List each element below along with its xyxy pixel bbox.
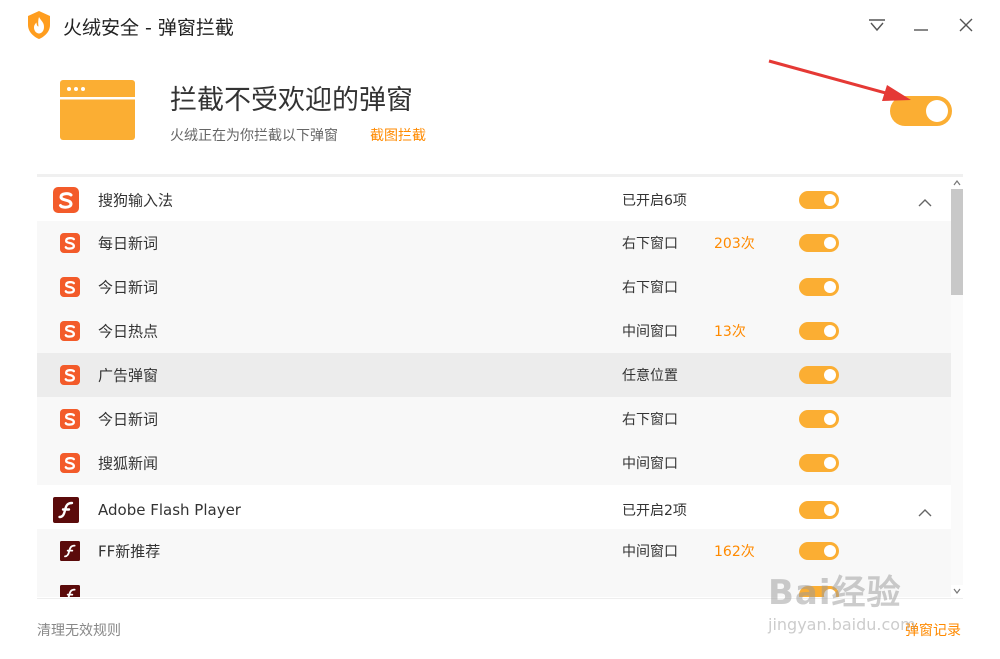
window-title: 火绒安全 - 弹窗拦截: [63, 17, 234, 39]
rule-toggle[interactable]: [799, 234, 839, 252]
app-name: 搜狗输入法: [98, 191, 174, 210]
toggle-knob: [824, 237, 836, 249]
popup-position: 任意位置: [622, 368, 678, 384]
rule-toggle[interactable]: [799, 410, 839, 428]
toggle-knob: [824, 369, 836, 381]
toggle-knob: [926, 100, 948, 122]
flash-icon: [60, 585, 80, 597]
rule-row[interactable]: 今日新词 右下窗口: [37, 265, 951, 309]
browser-window-icon: [60, 80, 135, 140]
toggle-knob: [824, 545, 836, 557]
page-subtitle: 火绒正在为你拦截以下弹窗: [170, 128, 338, 144]
block-count: 203次: [714, 236, 755, 252]
sogou-icon: [60, 277, 80, 297]
rule-name: 今日热点: [98, 322, 159, 341]
block-count: 162次: [714, 544, 755, 560]
rule-toggle[interactable]: [799, 322, 839, 340]
sogou-icon: [60, 453, 80, 473]
rule-toggle[interactable]: [799, 278, 839, 296]
popup-position: 中间窗口: [622, 456, 678, 472]
popup-position: 右下窗口: [622, 412, 678, 428]
huorong-flame-icon: [28, 11, 50, 39]
popup-rule-list: 搜狗输入法 已开启6项 每日新词 右下窗口 203次 今日新词 右下窗口 今日热点 中间窗口 13…: [37, 177, 951, 597]
sogou-icon: [53, 187, 79, 213]
rule-toggle[interactable]: [799, 454, 839, 472]
scroll-up-icon[interactable]: [951, 177, 963, 189]
rule-name: 今日新词: [98, 410, 159, 429]
minimize-icon[interactable]: [906, 10, 936, 40]
rule-name: 搜狐新闻: [98, 454, 159, 473]
close-icon[interactable]: [951, 10, 981, 40]
chevron-up-icon[interactable]: [917, 194, 933, 207]
scrollbar-thumb[interactable]: [951, 189, 963, 295]
rule-toggle[interactable]: [799, 542, 839, 560]
baidu-jingyan-watermark: Bai经验 jingyan.baidu.com: [768, 565, 968, 640]
sogou-icon: [60, 321, 80, 341]
rule-row[interactable]: 今日热点 中间窗口 13次: [37, 309, 951, 353]
clean-invalid-rules-button[interactable]: 清理无效规则: [37, 620, 121, 640]
popup-position: 中间窗口: [622, 324, 678, 340]
screenshot-block-link[interactable]: 截图拦截: [370, 125, 426, 145]
enabled-count: 已开启2项: [622, 503, 687, 519]
toggle-knob: [824, 281, 836, 293]
toggle-knob: [824, 457, 836, 469]
title-bar: 火绒安全 - 弹窗拦截: [0, 0, 1000, 50]
app-name: Adobe Flash Player: [98, 501, 241, 519]
rule-name: FF新推荐: [98, 542, 161, 561]
rule-row[interactable]: 广告弹窗 任意位置: [37, 353, 951, 397]
enabled-count: 已开启6项: [622, 193, 687, 209]
rule-toggle[interactable]: [799, 191, 839, 209]
watermark-main: Bai经验: [768, 573, 902, 613]
popup-position: 右下窗口: [622, 236, 678, 252]
sogou-icon: [60, 365, 80, 385]
watermark-sub: jingyan.baidu.com: [768, 615, 916, 634]
rule-row[interactable]: 搜狐新闻 中间窗口: [37, 441, 951, 485]
popup-position: 中间窗口: [622, 544, 678, 560]
toggle-knob: [824, 413, 836, 425]
rule-name: 今日新词: [98, 278, 159, 297]
toggle-knob: [824, 504, 836, 516]
rule-name: 每日新词: [98, 234, 159, 253]
page-title: 拦截不受欢迎的弹窗: [170, 85, 413, 116]
menu-icon[interactable]: [862, 10, 892, 40]
block-count: 13次: [714, 324, 746, 340]
rule-row[interactable]: 今日新词 右下窗口: [37, 397, 951, 441]
chevron-up-icon[interactable]: [917, 504, 933, 517]
toggle-knob: [824, 194, 836, 206]
rule-row[interactable]: 每日新词 右下窗口 203次: [37, 221, 951, 265]
app-group-row[interactable]: Adobe Flash Player 已开启2项: [37, 487, 951, 533]
rule-toggle[interactable]: [799, 501, 839, 519]
flash-icon: [60, 541, 80, 561]
flash-icon: [53, 497, 79, 523]
sogou-icon: [60, 233, 80, 253]
app-group-row[interactable]: 搜狗输入法 已开启6项: [37, 177, 951, 223]
popup-position: 右下窗口: [622, 280, 678, 296]
annotation-arrow-icon: [768, 59, 911, 101]
rule-toggle[interactable]: [799, 366, 839, 384]
rule-name: 广告弹窗: [98, 366, 159, 385]
toggle-knob: [824, 325, 836, 337]
sogou-icon: [60, 409, 80, 429]
